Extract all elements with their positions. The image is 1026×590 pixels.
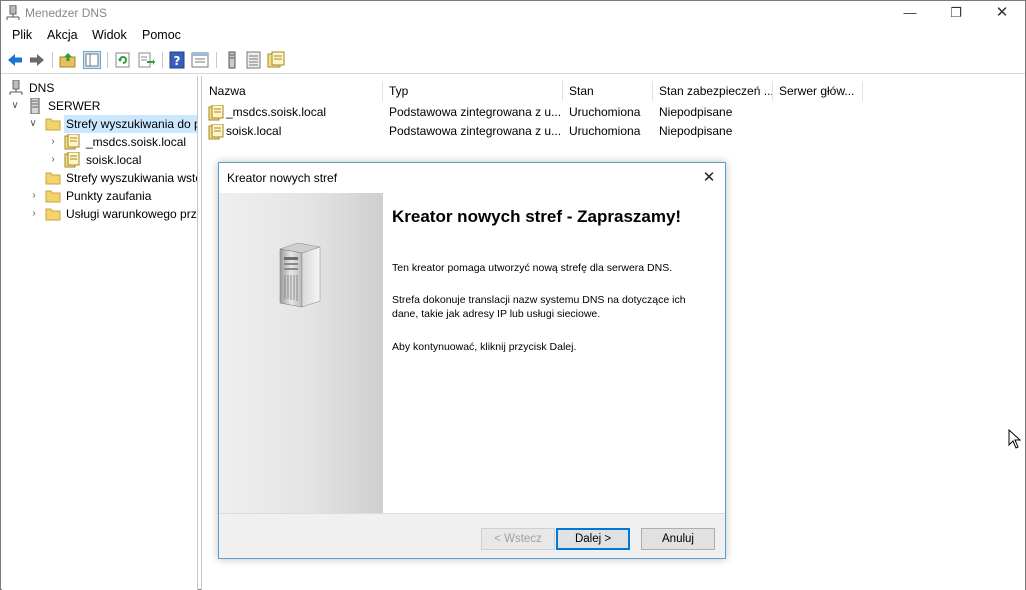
dns-app-icon	[6, 5, 20, 20]
chevron-right-icon[interactable]: ›	[29, 205, 39, 223]
server-tower-icon	[279, 242, 321, 308]
chevron-down-icon[interactable]: ∨	[10, 97, 20, 115]
tree-label-zone-msdcs: _msdcs.soisk.local	[86, 135, 187, 149]
folder-icon	[45, 172, 61, 185]
chevron-right-icon[interactable]: ›	[48, 133, 58, 151]
chevron-right-icon[interactable]: ›	[29, 187, 39, 205]
dialog-title: Kreator nowych stref	[227, 171, 338, 185]
server-icon	[30, 98, 40, 114]
cell-security: Niepodpisane	[659, 105, 733, 119]
close-window-button[interactable]: ✕	[979, 1, 1025, 25]
tree-label-trust-points: Punkty zaufania	[66, 189, 152, 203]
back-button[interactable]: < Wstecz	[481, 528, 555, 550]
tree-label-zone-soisk: soisk.local	[86, 153, 142, 167]
column-header-type[interactable]: Typ	[383, 81, 563, 101]
column-header-master[interactable]: Serwer głów...	[773, 81, 863, 101]
tree-item-forward-zones[interactable]: ∨ Strefy wyszukiwania do p	[4, 115, 197, 133]
dialog-footer: < Wstecz Dalej > Anuluj	[219, 513, 725, 558]
list-view-icon[interactable]	[245, 51, 263, 69]
svg-text:?: ?	[174, 54, 181, 68]
minimize-button[interactable]: —	[887, 1, 933, 25]
tree-item-conditional-forwarders[interactable]: › Usługi warunkowego prz	[4, 205, 197, 223]
console-tree: DNS ∨ SERWER ∨ Strefy wyszukiwania do p …	[2, 76, 198, 590]
refresh-icon[interactable]	[114, 51, 132, 69]
help-icon[interactable]: ?	[169, 51, 187, 69]
next-button[interactable]: Dalej >	[556, 528, 630, 550]
dns-icon	[9, 80, 23, 95]
toolbar-separator	[216, 52, 217, 68]
toolbar-separator	[107, 52, 108, 68]
properties-icon[interactable]	[191, 51, 209, 69]
maximize-button[interactable]: ❐	[933, 1, 979, 25]
forward-arrow-icon[interactable]	[28, 51, 46, 69]
window-title: Menedzer DNS	[25, 6, 108, 20]
zone-icon	[208, 124, 224, 140]
cell-name: _msdcs.soisk.local	[226, 105, 327, 119]
server-icon[interactable]	[223, 51, 241, 69]
tree-label-reverse-zones: Strefy wyszukiwania wste	[66, 171, 198, 185]
folder-icon	[45, 190, 61, 203]
zone-icon	[64, 134, 80, 150]
cell-type: Podstawowa zintegrowana z u...	[389, 124, 561, 138]
new-zone-wizard-dialog: Kreator nowych stref ✕ Kreator nowych st…	[218, 162, 726, 559]
wizard-heading: Kreator nowych stref - Zapraszamy!	[392, 207, 682, 226]
folder-icon	[45, 118, 61, 131]
cell-name: soisk.local	[226, 124, 282, 138]
menu-help[interactable]: Pomoc	[142, 28, 181, 42]
menu-action[interactable]: Akcja	[47, 28, 78, 42]
column-header-name[interactable]: Nazwa	[203, 81, 383, 101]
zone-icon	[64, 152, 80, 168]
tree-label-forward-zones: Strefy wyszukiwania do p	[64, 115, 197, 133]
wizard-side-panel	[219, 193, 383, 513]
menu-bar: Plik Akcja Widok Pomoc	[1, 25, 1025, 46]
mouse-cursor-icon	[1008, 429, 1022, 449]
cell-status: Uruchomiona	[569, 124, 641, 138]
wizard-description-text: Strefa dokonuje translacji nazw systemu …	[392, 294, 686, 320]
wizard-intro-text: Ten kreator pomaga utworzyć nową strefę …	[392, 262, 673, 274]
tree-label-conditional-forwarders: Usługi warunkowego prz	[66, 207, 197, 221]
up-folder-icon[interactable]	[59, 51, 77, 69]
tree-label-server: SERWER	[48, 99, 101, 113]
chevron-right-icon[interactable]: ›	[48, 151, 58, 169]
folder-icon	[45, 208, 61, 221]
cell-type: Podstawowa zintegrowana z u...	[389, 105, 561, 119]
column-header-status[interactable]: Stan	[563, 81, 653, 101]
wizard-continue-text: Aby kontynuować, kliknij przycisk Dalej.	[392, 341, 577, 353]
column-header-security[interactable]: Stan zabezpieczeń ...	[653, 81, 773, 101]
back-arrow-icon[interactable]	[6, 51, 24, 69]
title-bar[interactable]: Menedzer DNS — ❐ ✕	[1, 1, 1025, 25]
menu-view[interactable]: Widok	[92, 28, 127, 42]
cell-status: Uruchomiona	[569, 105, 641, 119]
cell-security: Niepodpisane	[659, 124, 733, 138]
table-row[interactable]: _msdcs.soisk.local Podstawowa zintegrowa…	[202, 103, 1026, 122]
close-icon[interactable]: ✕	[697, 167, 721, 189]
table-row[interactable]: soisk.local Podstawowa zintegrowana z u.…	[202, 122, 1026, 141]
cancel-button[interactable]: Anuluj	[641, 528, 715, 550]
chevron-down-icon[interactable]: ∨	[28, 115, 38, 133]
export-list-icon[interactable]	[137, 51, 155, 69]
zone-records-icon[interactable]	[267, 51, 285, 69]
menu-file[interactable]: Plik	[12, 28, 32, 42]
show-hide-tree-icon[interactable]	[83, 51, 101, 69]
zone-icon	[208, 105, 224, 121]
toolbar-separator	[52, 52, 53, 68]
dns-manager-window: Menedzer DNS — ❐ ✕ Plik Akcja Widok Pomo…	[0, 0, 1026, 590]
tree-item-reverse-zones[interactable]: Strefy wyszukiwania wste	[4, 169, 198, 187]
toolbar-separator	[162, 52, 163, 68]
toolbar: ?	[1, 46, 1025, 74]
tree-label-dns: DNS	[29, 81, 55, 95]
